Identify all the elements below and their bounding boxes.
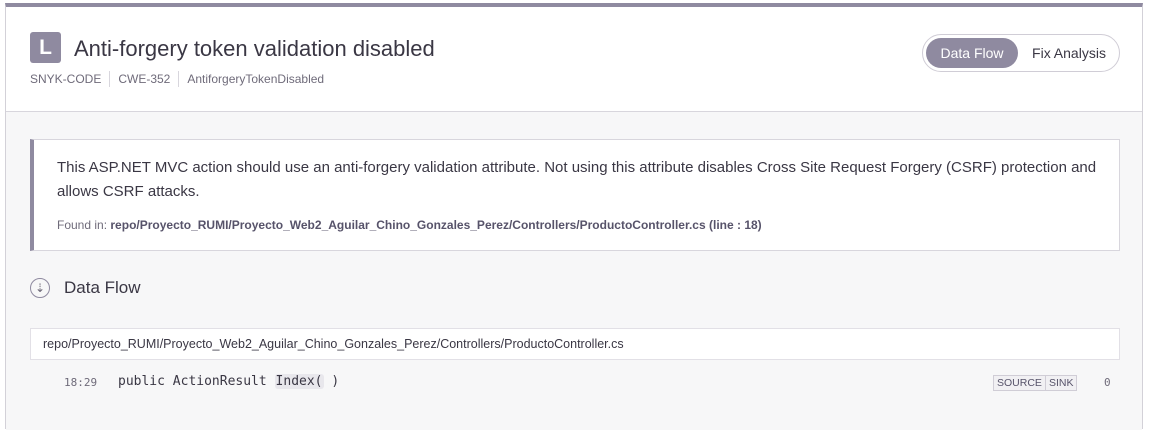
step-code-highlight: Index(	[274, 374, 324, 389]
meta-cwe: CWE-352	[109, 71, 178, 87]
severity-badge: L	[30, 32, 61, 63]
data-flow-title: Data Flow	[64, 278, 141, 297]
issue-card: L Anti-forgery token validation disabled…	[5, 3, 1143, 430]
issue-title: Anti-forgery token validation disabled	[74, 36, 435, 61]
data-flow-step[interactable]: 18:29 public ActionResult Index( ) SOURC…	[30, 370, 1120, 394]
meta-rule: AntiforgeryTokenDisabled	[178, 71, 332, 87]
arrow-down-icon: ⇣	[30, 278, 50, 298]
meta-source: SNYK-CODE	[30, 72, 102, 86]
issue-body: This ASP.NET MVC action should use an an…	[6, 112, 1142, 430]
description-text: This ASP.NET MVC action should use an an…	[57, 159, 1097, 200]
step-code-after: )	[323, 374, 340, 389]
found-in: Found in: repo/Proyecto_RUMI/Proyecto_We…	[57, 218, 762, 232]
step-line-number: 18:29	[64, 376, 98, 389]
data-flow-file[interactable]: repo/Proyecto_RUMI/Proyecto_Web2_Aguilar…	[30, 328, 1120, 360]
issue-meta: SNYK-CODE CWE-352 AntiforgeryTokenDisabl…	[30, 71, 332, 87]
sink-tag: SINK	[1045, 375, 1078, 391]
source-tag: SOURCE	[993, 375, 1046, 391]
step-code-before: public ActionResult	[118, 374, 275, 389]
step-tags: SOURCE SINK	[993, 375, 1078, 391]
found-in-label: Found in:	[57, 218, 108, 232]
step-index: 0	[1104, 376, 1111, 389]
tab-fix-analysis[interactable]: Fix Analysis	[1022, 38, 1116, 68]
issue-description: This ASP.NET MVC action should use an an…	[30, 139, 1120, 251]
step-code: public ActionResult Index( )	[118, 374, 339, 389]
view-toggle: Data Flow Fix Analysis	[922, 34, 1120, 72]
tab-data-flow[interactable]: Data Flow	[926, 38, 1018, 68]
found-in-path[interactable]: repo/Proyecto_RUMI/Proyecto_Web2_Aguilar…	[110, 218, 761, 232]
issue-header: L Anti-forgery token validation disabled…	[6, 7, 1142, 112]
